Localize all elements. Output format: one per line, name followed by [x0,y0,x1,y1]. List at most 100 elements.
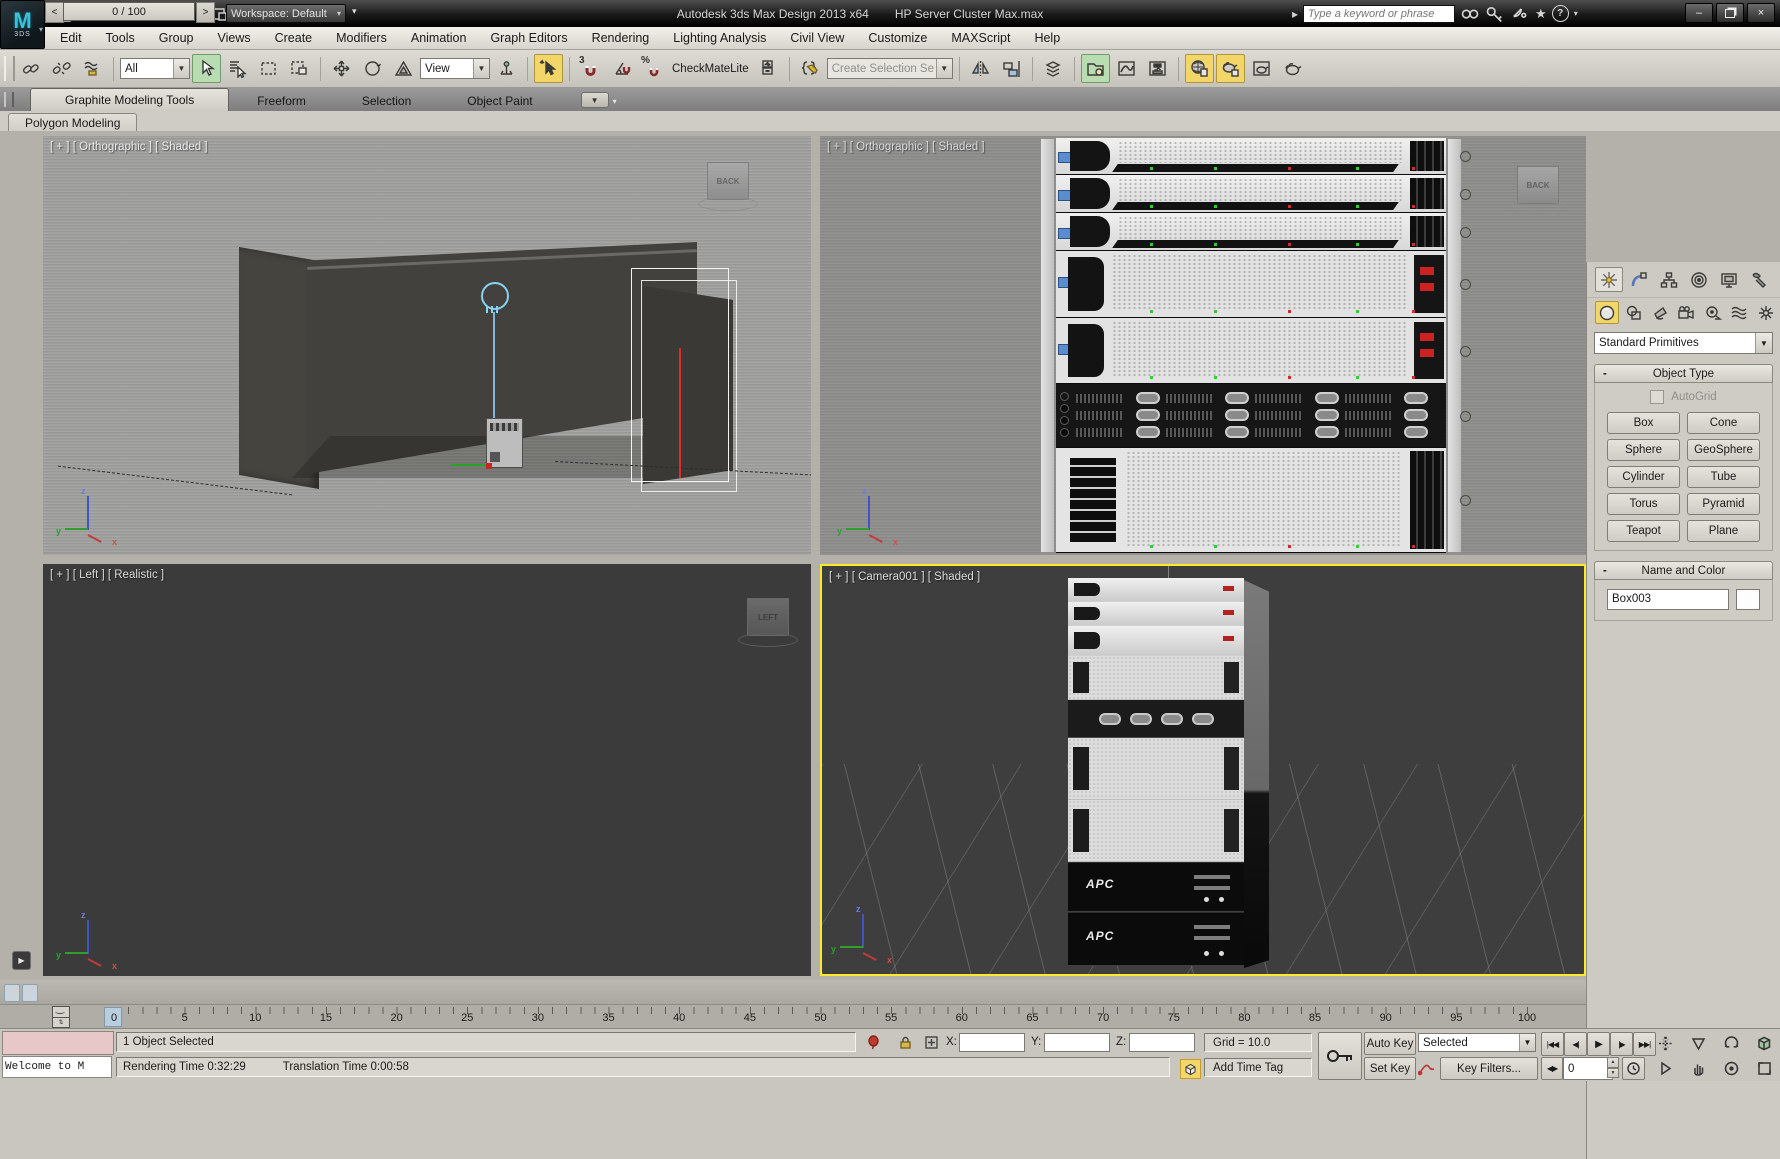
menu-graph-editors[interactable]: Graph Editors [478,28,579,48]
subscription-key-icon[interactable] [1485,4,1505,23]
previous-frame-button[interactable]: ◀| [1564,1032,1587,1056]
menu-create[interactable]: Create [263,28,325,48]
graphite-ribbon-toggle-button[interactable] [1081,54,1110,83]
viewcube[interactable]: BACK [698,162,758,211]
viewcube-ring[interactable] [1508,201,1568,215]
walkthrough-button[interactable] [1650,1057,1680,1079]
use-pivot-point-center-button[interactable] [492,54,521,83]
search-icon[interactable] [1460,4,1480,23]
viewcube-face-label[interactable]: BACK [707,162,749,200]
autogrid-checkbox[interactable] [1650,390,1664,404]
viewport-label[interactable]: [ + ] [ Left ] [ Realistic ] [50,569,164,581]
ribbon-tab-graphite-modeling-tools[interactable]: Graphite Modeling Tools [30,88,229,111]
trackbar-selection-button[interactable]: ⇅ [52,1017,70,1028]
render-production-button[interactable] [1278,54,1307,83]
pan-view-button[interactable] [1683,1057,1713,1079]
expand-arrow-button[interactable]: ▶ [12,951,31,970]
orbit-arc-rotate-button[interactable] [1716,1032,1746,1054]
snaps-toggle-3d-button[interactable]: 3 [576,54,605,83]
display-tab[interactable] [1715,267,1743,292]
modify-tab[interactable] [1625,267,1653,292]
application-menu-button[interactable]: M 3DS ▾ [0,0,45,49]
communication-center-icon[interactable] [1510,4,1530,23]
next-frame-arrow[interactable]: > [196,2,215,23]
maxscript-mini-listener-input[interactable] [2,1031,114,1055]
maxscript-listener-output[interactable]: Welcome to M [2,1056,112,1078]
viewcube-face-label[interactable]: LEFT [747,598,789,636]
select-and-link-button[interactable] [16,54,45,83]
create-cylinder-button[interactable]: Cylinder [1607,466,1680,488]
frame-spinner[interactable]: ▲▼ [1607,1057,1619,1078]
helpers-category-button[interactable] [1701,301,1725,324]
align-button[interactable] [997,54,1026,83]
viewport-camera001[interactable]: [ + ] [ Camera001 ] [ Shaded ] APCAPC zy… [820,564,1586,976]
rendered-frame-window-button[interactable] [1247,54,1276,83]
create-pyramid-button[interactable]: Pyramid [1687,493,1760,515]
time-slider-bar[interactable] [0,980,1586,1004]
systems-category-button[interactable] [1754,301,1778,324]
select-and-move-button[interactable] [327,54,356,83]
select-and-rotate-button[interactable] [358,54,387,83]
selection-filter-dropdown[interactable]: All ▼ [120,58,190,79]
ribbon-tab-freeform[interactable]: Freeform [229,90,334,111]
orbit-button[interactable] [1716,1057,1746,1079]
help-caret-icon[interactable]: ▾ [1574,9,1578,18]
viewcube[interactable]: BACK [1508,166,1568,215]
play-button[interactable]: ▶ [1587,1032,1610,1056]
ribbon-minimize-caret-icon[interactable]: ▾ [613,97,617,106]
zoom-extents-button[interactable] [1650,1032,1680,1054]
viewcube-ring[interactable] [738,633,798,647]
workspace-dropdown[interactable]: Workspace: Default ▾ [226,4,346,23]
ribbon-tab-selection[interactable]: Selection [334,90,439,111]
create-cone-button[interactable]: Cone [1687,412,1760,434]
cameras-category-button[interactable] [1674,301,1698,324]
ribbon-minimize-dropdown[interactable]: ▼ [581,92,609,108]
rectangular-selection-region-button[interactable] [254,54,283,83]
viewcube[interactable]: LEFT [738,598,798,647]
utilities-tab[interactable] [1745,267,1773,292]
menu-modifiers[interactable]: Modifiers [324,28,399,48]
create-geosphere-button[interactable]: GeoSphere [1687,439,1760,461]
select-object-button[interactable] [192,54,221,83]
object-color-swatch[interactable] [1736,589,1760,610]
angle-snap-toggle-button[interactable] [607,54,636,83]
viewport-label[interactable]: [ + ] [ Orthographic ] [ Shaded ] [827,141,985,153]
mirror-button[interactable] [966,54,995,83]
menu-civil-view[interactable]: Civil View [778,28,856,48]
edit-named-selection-sets-button[interactable] [796,54,825,83]
geometry-category-button[interactable] [1595,301,1619,324]
next-frame-button[interactable]: |▶ [1610,1032,1633,1056]
auto-key-button[interactable]: Auto Key [1364,1032,1416,1055]
viewport-orthographic-front[interactable]: [ + ] [ Orthographic ] [ Shaded ] BACK z… [820,136,1586,555]
menu-animation[interactable]: Animation [399,28,479,48]
menu-customize[interactable]: Customize [856,28,939,48]
help-icon[interactable]: ? [1552,5,1569,22]
menu-tools[interactable]: Tools [94,28,147,48]
viewcube-face-label[interactable]: BACK [1517,166,1559,204]
shapes-category-button[interactable] [1621,301,1645,324]
key-filters-button[interactable]: Key Filters... [1440,1057,1538,1080]
search-input[interactable] [1303,5,1455,23]
absolute-mode-transform-icon[interactable] [922,1033,940,1051]
unlink-selection-button[interactable] [47,54,76,83]
time-tag-cube-icon[interactable] [1180,1059,1201,1079]
zoom-extents-all-button[interactable] [1749,1032,1779,1054]
qat-flyout-icon[interactable]: ▾ [352,6,357,17]
window-crossing-toggle-button[interactable] [285,54,314,83]
menu-views[interactable]: Views [205,28,262,48]
track-bar[interactable]: 0510152025303540455055606570758085909510… [0,1004,1586,1029]
bind-to-space-warp-button[interactable] [78,54,107,83]
restore-button[interactable] [1716,3,1744,23]
set-keys-button[interactable] [1318,1032,1362,1080]
reference-coordinate-dropdown[interactable]: View ▼ [420,58,490,79]
viewcube-ring[interactable] [698,197,758,211]
subtab-polygon-modeling[interactable]: Polygon Modeling [8,113,137,133]
add-time-tag[interactable]: Add Time Tag [1204,1058,1312,1077]
create-plane-button[interactable]: Plane [1687,520,1760,542]
menu-maxscript[interactable]: MAXScript [939,28,1022,48]
create-torus-button[interactable]: Torus [1607,493,1680,515]
material-editor-button[interactable] [1185,54,1214,83]
time-slider-handle[interactable]: 0 / 100 [63,2,195,21]
close-button[interactable]: × [1747,3,1775,23]
select-and-scale-button[interactable] [389,54,418,83]
